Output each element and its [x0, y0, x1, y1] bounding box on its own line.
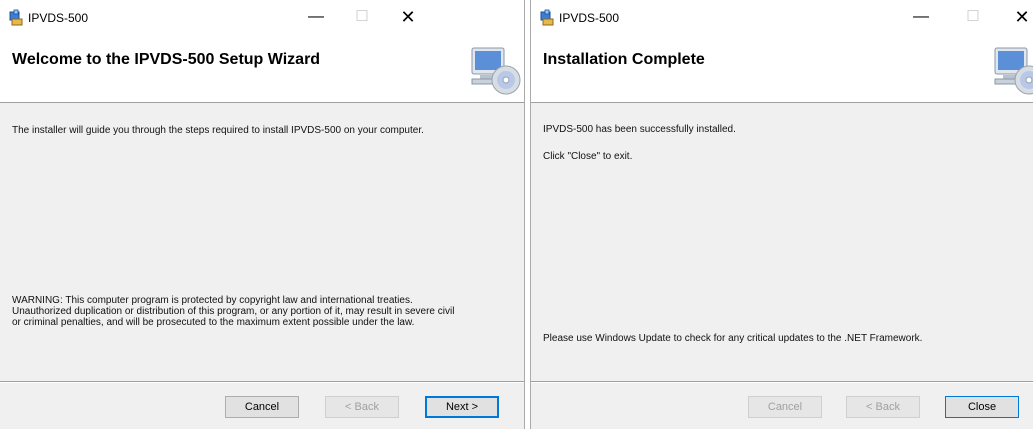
close-instruction: Click "Close" to exit.: [543, 151, 633, 162]
back-button: < Back: [846, 396, 920, 418]
installation-complete-window: IPVDS-500 — ☐ ✕ Installation Complete IP…: [530, 0, 1033, 429]
banner-title: Welcome to the IPVDS-500 Setup Wizard: [12, 51, 321, 68]
warning-line: Unauthorized duplication or distribution…: [12, 306, 455, 317]
intro-text: The installer will guide you through the…: [12, 125, 424, 136]
footer-divider: [531, 381, 1033, 383]
close-button[interactable]: Close: [945, 396, 1019, 418]
title-bar[interactable]: IPVDS-500 — ☐ ✕: [531, 0, 1033, 34]
success-text: IPVDS-500 has been successfully installe…: [543, 124, 736, 135]
cancel-button[interactable]: Cancel: [225, 396, 299, 418]
cancel-button: Cancel: [748, 396, 822, 418]
installer-app-icon: [540, 9, 554, 26]
maximize-icon: ☐: [966, 8, 980, 25]
computer-cd-icon: [471, 47, 521, 95]
copyright-warning: WARNING: This computer program is protec…: [12, 295, 454, 328]
maximize-icon: ☐: [355, 8, 369, 25]
next-button[interactable]: Next >: [425, 396, 499, 418]
warning-line: WARNING: This computer program is protec…: [12, 295, 413, 306]
wizard-banner: Welcome to the IPVDS-500 Setup Wizard: [0, 34, 524, 103]
footer-divider: [0, 381, 524, 383]
close-icon[interactable]: ✕: [385, 0, 431, 34]
banner-title: Installation Complete: [543, 51, 705, 68]
window-title: IPVDS-500: [28, 11, 89, 25]
setup-wizard-welcome-window: IPVDS-500 — ☐ ✕ Welcome to the IPVDS-500…: [0, 0, 525, 429]
title-bar[interactable]: IPVDS-500 — ☐ ✕: [0, 0, 524, 34]
computer-cd-icon: [994, 47, 1033, 95]
minimize-icon[interactable]: —: [293, 0, 339, 34]
dotnet-update-note: Please use Windows Update to check for a…: [543, 333, 923, 344]
warning-line: or criminal penalties, and will be prose…: [12, 317, 415, 328]
close-icon[interactable]: ✕: [999, 0, 1033, 34]
minimize-icon[interactable]: —: [898, 0, 944, 34]
back-button: < Back: [325, 396, 399, 418]
installer-app-icon: [9, 9, 23, 26]
wizard-banner: Installation Complete: [531, 34, 1033, 103]
window-title: IPVDS-500: [559, 11, 620, 25]
